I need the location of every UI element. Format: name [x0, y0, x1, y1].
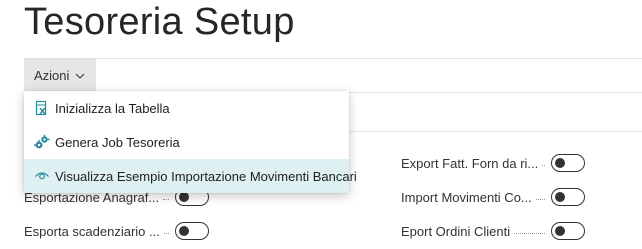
action-bar: Azioni — [24, 58, 642, 93]
toggle-switch[interactable] — [551, 188, 585, 206]
toggle-switch[interactable] — [551, 154, 585, 172]
view-eye-icon — [35, 172, 49, 180]
field-import-movimenti: Import Movimenti Co... — [401, 187, 585, 207]
menu-item-label: Inizializza la Tabella — [55, 100, 170, 116]
menu-item-label: Genera Job Tesoreria — [55, 134, 180, 150]
menu-item-genera-job[interactable]: Genera Job Tesoreria — [24, 125, 349, 159]
leader-dots — [514, 232, 545, 234]
toggle-switch[interactable] — [551, 222, 585, 240]
field-label: Export Fatt. Forn da ri... — [401, 155, 539, 171]
field-esporta-scadenziario: Esporta scadenziario ... — [24, 221, 209, 241]
gears-icon — [34, 134, 50, 149]
leader-dots — [542, 164, 545, 166]
section-divider — [350, 131, 642, 132]
clear-table-icon — [35, 100, 47, 116]
azioni-dropdown-menu: Inizializza la Tabella Genera Job Tesore… — [24, 91, 357, 193]
leader-dots — [163, 232, 169, 234]
field-eport-ordini-clienti: Eport Ordini Clienti — [401, 221, 585, 241]
menu-item-inizializza-tabella[interactable]: Inizializza la Tabella — [24, 91, 349, 125]
leader-dots — [535, 198, 545, 200]
field-export-fatt-forn: Export Fatt. Forn da ri... — [401, 153, 585, 173]
field-label: Esporta scadenziario ... — [24, 223, 160, 239]
menu-item-label: Visualizza Esempio Importazione Moviment… — [55, 168, 357, 184]
azioni-label: Azioni — [34, 68, 70, 83]
chevron-down-icon — [76, 73, 85, 79]
toggle-switch[interactable] — [175, 222, 209, 240]
azioni-menu-button[interactable]: Azioni — [24, 59, 96, 92]
field-label: Eport Ordini Clienti — [401, 223, 511, 239]
menu-item-visualizza-esempio[interactable]: Visualizza Esempio Importazione Moviment… — [24, 159, 357, 193]
field-label: Import Movimenti Co... — [401, 189, 532, 205]
page-title: Tesoreria Setup — [24, 1, 295, 43]
leader-dots — [163, 198, 169, 200]
